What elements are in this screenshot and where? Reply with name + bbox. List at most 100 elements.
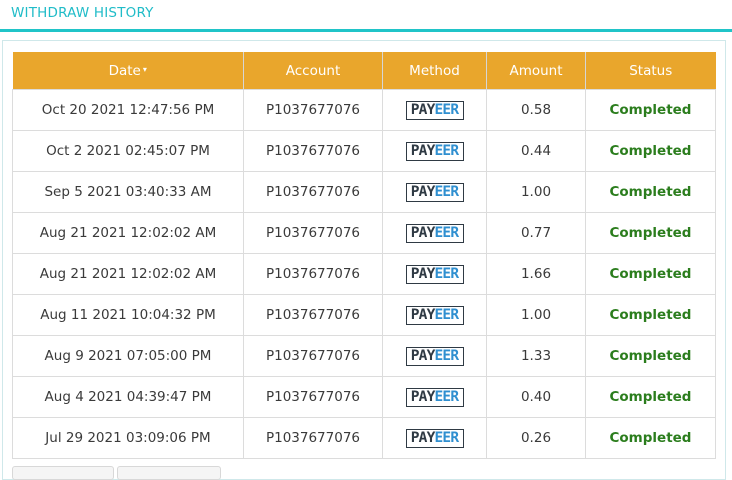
cell-status: Completed xyxy=(585,294,716,336)
cell-account: P1037677076 xyxy=(243,253,383,295)
payeer-logo-icon: PAYEER xyxy=(405,182,464,202)
pagination-prev-button[interactable] xyxy=(12,466,114,480)
payeer-logo-icon: PAYEER xyxy=(405,100,464,120)
status-badge: Completed xyxy=(609,430,692,446)
status-badge: Completed xyxy=(609,143,692,159)
cell-method: PAYEER xyxy=(382,376,487,418)
status-badge: Completed xyxy=(609,389,692,405)
sort-desc-icon: ▾ xyxy=(142,64,147,74)
status-badge: Completed xyxy=(609,348,692,364)
cell-status: Completed xyxy=(585,417,716,459)
payeer-logo-pay: PAY xyxy=(410,429,436,446)
cell-method: PAYEER xyxy=(382,294,487,336)
payeer-logo-pay: PAY xyxy=(410,388,436,405)
payeer-logo-eer: EER xyxy=(434,306,460,323)
column-header-method[interactable]: Method xyxy=(382,52,487,90)
cell-date: Oct 2 2021 02:45:07 PM xyxy=(12,130,244,172)
cell-date: Aug 21 2021 12:02:02 AM xyxy=(12,212,244,254)
payeer-logo-pay: PAY xyxy=(410,101,436,118)
table-row: Aug 11 2021 10:04:32 PM P1037677076 PAYEER… xyxy=(12,294,716,336)
cell-status: Completed xyxy=(585,212,716,254)
cell-account: P1037677076 xyxy=(243,130,383,172)
payeer-logo-pay: PAY xyxy=(410,347,436,364)
payeer-logo-eer: EER xyxy=(434,224,460,241)
column-header-amount[interactable]: Amount xyxy=(486,52,586,90)
cell-account: P1037677076 xyxy=(243,417,383,459)
status-badge: Completed xyxy=(609,266,692,282)
cell-status: Completed xyxy=(585,130,716,172)
payeer-logo-eer: EER xyxy=(434,142,460,159)
cell-method: PAYEER xyxy=(382,253,487,295)
payeer-logo-pay: PAY xyxy=(410,142,436,159)
table-row: Aug 21 2021 12:02:02 AM P1037677076 PAYEER… xyxy=(12,253,716,295)
payeer-logo-icon: PAYEER xyxy=(405,223,464,243)
status-badge: Completed xyxy=(609,307,692,323)
status-badge: Completed xyxy=(609,102,692,118)
cell-status: Completed xyxy=(585,253,716,295)
payeer-logo-eer: EER xyxy=(434,347,460,364)
cell-account: P1037677076 xyxy=(243,212,383,254)
withdraw-history-table: Date ▾ Account Method Amount Status Oct 2… xyxy=(12,52,716,459)
cell-date: Aug 21 2021 12:02:02 AM xyxy=(12,253,244,295)
cell-method: PAYEER xyxy=(382,212,487,254)
column-header-account[interactable]: Account xyxy=(243,52,383,90)
cell-date: Oct 20 2021 12:47:56 PM xyxy=(12,89,244,131)
table-header-row: Date ▾ Account Method Amount Status xyxy=(12,52,716,90)
cell-date: Sep 5 2021 03:40:33 AM xyxy=(12,171,244,213)
payeer-logo-eer: EER xyxy=(434,265,460,282)
cell-status: Completed xyxy=(585,89,716,131)
cell-status: Completed xyxy=(585,376,716,418)
cell-amount: 1.00 xyxy=(486,171,586,213)
page-title: WITHDRAW HISTORY xyxy=(11,5,154,21)
cell-method: PAYEER xyxy=(382,171,487,213)
cell-account: P1037677076 xyxy=(243,376,383,418)
cell-amount: 1.00 xyxy=(486,294,586,336)
payeer-logo-pay: PAY xyxy=(410,265,436,282)
cell-date: Jul 29 2021 03:09:06 PM xyxy=(12,417,244,459)
pagination-next-button[interactable] xyxy=(117,466,221,480)
cell-account: P1037677076 xyxy=(243,171,383,213)
payeer-logo-pay: PAY xyxy=(410,224,436,241)
cell-amount: 0.77 xyxy=(486,212,586,254)
table-row: Aug 9 2021 07:05:00 PM P1037677076 PAYEER 1… xyxy=(12,335,716,377)
table-row: Oct 20 2021 12:47:56 PM P1037677076 PAYEER… xyxy=(12,89,716,131)
table-row: Sep 5 2021 03:40:33 AM P1037677076 PAYEER 1… xyxy=(12,171,716,213)
cell-amount: 0.44 xyxy=(486,130,586,172)
payeer-logo-icon: PAYEER xyxy=(405,428,464,448)
cell-amount: 0.58 xyxy=(486,89,586,131)
payeer-logo-eer: EER xyxy=(434,429,460,446)
table-row: Aug 21 2021 12:02:02 AM P1037677076 PAYEER… xyxy=(12,212,716,254)
payeer-logo-icon: PAYEER xyxy=(405,387,464,407)
payeer-logo-eer: EER xyxy=(434,183,460,200)
cell-account: P1037677076 xyxy=(243,294,383,336)
column-header-date[interactable]: Date ▾ xyxy=(12,52,244,90)
table-body: Oct 20 2021 12:47:56 PM P1037677076 PAYEER… xyxy=(12,89,716,459)
cell-date: Aug 4 2021 04:39:47 PM xyxy=(12,376,244,418)
table-row: Aug 4 2021 04:39:47 PM P1037677076 PAYEER 0… xyxy=(12,376,716,418)
payeer-logo-pay: PAY xyxy=(410,306,436,323)
cell-method: PAYEER xyxy=(382,130,487,172)
payeer-logo-icon: PAYEER xyxy=(405,305,464,325)
payeer-logo-icon: PAYEER xyxy=(405,264,464,284)
status-badge: Completed xyxy=(609,225,692,241)
payeer-logo-eer: EER xyxy=(434,388,460,405)
cell-date: Aug 9 2021 07:05:00 PM xyxy=(12,335,244,377)
cell-account: P1037677076 xyxy=(243,89,383,131)
cell-method: PAYEER xyxy=(382,417,487,459)
payeer-logo-eer: EER xyxy=(434,101,460,118)
table-row: Jul 29 2021 03:09:06 PM P1037677076 PAYEER… xyxy=(12,417,716,459)
table-row: Oct 2 2021 02:45:07 PM P1037677076 PAYEER 0… xyxy=(12,130,716,172)
page-header: WITHDRAW HISTORY xyxy=(0,0,732,32)
cell-method: PAYEER xyxy=(382,89,487,131)
column-header-status[interactable]: Status xyxy=(585,52,716,90)
payeer-logo-icon: PAYEER xyxy=(405,346,464,366)
cell-amount: 1.66 xyxy=(486,253,586,295)
cell-account: P1037677076 xyxy=(243,335,383,377)
cell-method: PAYEER xyxy=(382,335,487,377)
payeer-logo-pay: PAY xyxy=(410,183,436,200)
status-badge: Completed xyxy=(609,184,692,200)
cell-date: Aug 11 2021 10:04:32 PM xyxy=(12,294,244,336)
cell-status: Completed xyxy=(585,335,716,377)
cell-status: Completed xyxy=(585,171,716,213)
cell-amount: 1.33 xyxy=(486,335,586,377)
